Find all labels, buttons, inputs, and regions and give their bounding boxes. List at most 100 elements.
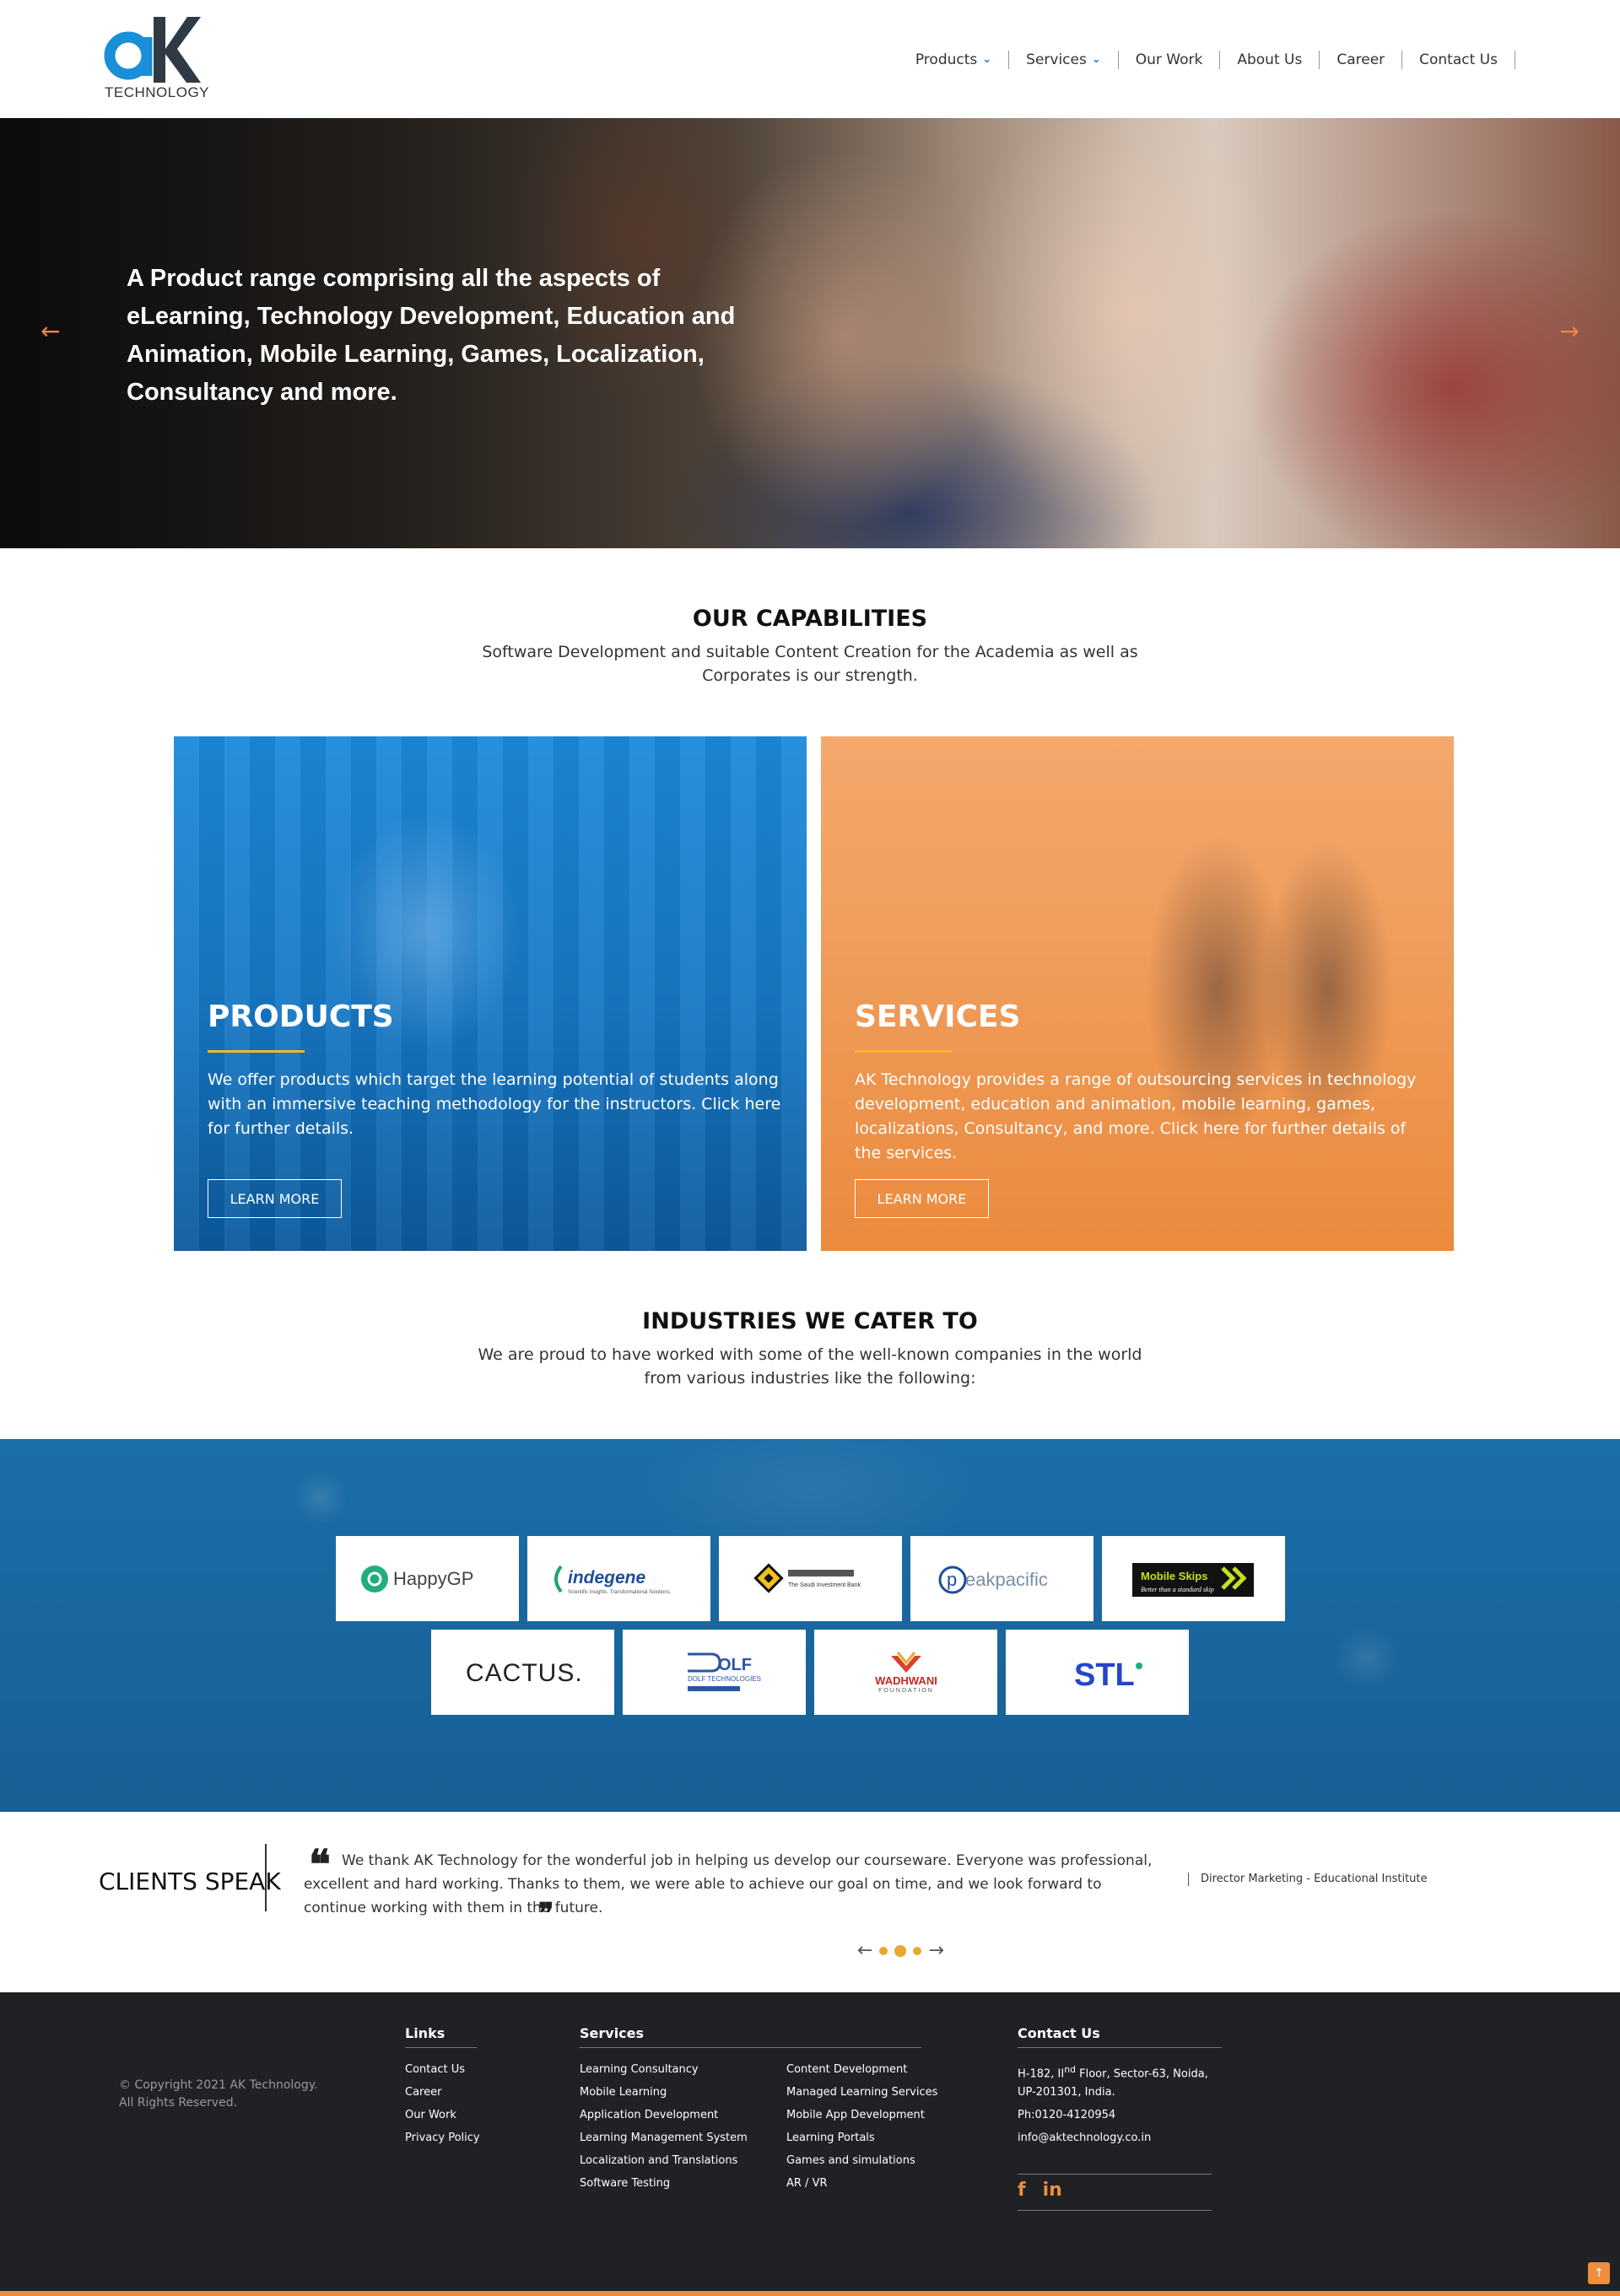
quote-close-icon: ❞ xyxy=(538,1897,554,1931)
nav-services[interactable]: Services ⌄ xyxy=(1009,51,1119,69)
indegene-wordmark: indegene xyxy=(568,1568,646,1587)
client-logo-row: HappyGP indegene Scientific Insights. Tr… xyxy=(0,1536,1620,1621)
footer-social-rule-bottom xyxy=(1018,2210,1212,2211)
nav-products[interactable]: Products ⌄ xyxy=(899,51,1010,69)
nav-career-label: Career xyxy=(1336,51,1385,68)
site-footer: © Copyright 2021 AK Technology. All Righ… xyxy=(0,1992,1620,2296)
nav-services-label: Services xyxy=(1026,51,1087,68)
footer-service-link[interactable]: Software Testing xyxy=(580,2176,748,2199)
client-logo-grid: HappyGP indegene Scientific Insights. Tr… xyxy=(0,1536,1620,1723)
footer-phone[interactable]: Ph:0120-4120954 xyxy=(1018,2108,1208,2131)
client-logos-section: HappyGP indegene Scientific Insights. Tr… xyxy=(0,1439,1620,1812)
arrow-right-icon[interactable]: → xyxy=(1560,317,1580,345)
footer-email[interactable]: info@aktechnology.co.in xyxy=(1018,2131,1208,2153)
cactus-logo: CACTUS. xyxy=(466,1659,583,1687)
hero-slider: A Product range comprising all the aspec… xyxy=(0,118,1620,548)
footer-service-link[interactable]: Content Development xyxy=(786,2062,937,2085)
footer-links-rule xyxy=(405,2047,477,2048)
clients-divider xyxy=(265,1844,267,1911)
services-card-underline xyxy=(855,1050,952,1053)
clients-speak-title: CLIENTS SPEAK xyxy=(99,1868,281,1895)
client-logo-saudi-investment-bank: The Saudi Investment Bank xyxy=(718,1536,902,1621)
services-card[interactable]: SERVICES AK Technology provides a range … xyxy=(821,736,1454,1251)
peakpacific-p: p xyxy=(947,1569,957,1590)
footer-address-line-2: UP-201301, India. xyxy=(1018,2086,1115,2099)
address-superscript: nd xyxy=(1064,2064,1076,2075)
client-logo-row: CACTUS. OLF DOLF TECHNOLOGIES WADHWANI F… xyxy=(0,1630,1620,1715)
facebook-icon[interactable]: f xyxy=(1018,2180,1026,2201)
footer-link-privacy-policy[interactable]: Privacy Policy xyxy=(405,2131,480,2153)
back-to-top-icon[interactable]: ↑ xyxy=(1588,2262,1610,2284)
footer-accent-bar xyxy=(0,2291,1620,2296)
services-card-title: SERVICES xyxy=(855,1000,1021,1034)
client-logo-dolf: OLF DOLF TECHNOLOGIES xyxy=(623,1630,806,1715)
arrow-left-icon[interactable]: ← xyxy=(40,317,60,345)
footer-link-our-work[interactable]: Our Work xyxy=(405,2108,480,2131)
footer-link-career[interactable]: Career xyxy=(405,2085,480,2108)
footer-services-list-1: Learning Consultancy Mobile Learning App… xyxy=(580,2062,748,2199)
products-learn-more-button[interactable]: LEARN MORE xyxy=(208,1179,342,1218)
site-header: TECHNOLOGY Products ⌄ Services ⌄ Our Wor… xyxy=(0,0,1620,118)
wadhwani-subtitle: FOUNDATION xyxy=(878,1688,934,1694)
nav-our-work[interactable]: Our Work xyxy=(1119,51,1221,69)
capabilities-subtitle: Software Development and suitable Conten… xyxy=(482,643,1138,685)
footer-address-line-1: H-182, IInd Floor, Sector-63, Noida, xyxy=(1018,2062,1208,2085)
slider-dot[interactable] xyxy=(913,1946,922,1955)
hero-headline: A Product range comprising all the aspec… xyxy=(127,265,736,406)
mobile-skips-logo: Mobile Skips Better than a standard skip xyxy=(1132,1562,1254,1597)
linkedin-icon[interactable]: in xyxy=(1043,2180,1062,2201)
stl-logo: STL xyxy=(1074,1657,1142,1693)
slider-dot-active[interactable] xyxy=(894,1944,907,1957)
cactus-wordmark: CACTUS. xyxy=(466,1659,583,1687)
logo-wordmark: TECHNOLOGY xyxy=(105,84,210,100)
indegene-logo: indegene Scientific Insights. Transforma… xyxy=(554,1565,672,1595)
copyright-line-1: © Copyright 2021 AK Technology. xyxy=(119,2078,318,2092)
client-logo-happygp: HappyGP xyxy=(335,1536,519,1621)
footer-service-link[interactable]: Managed Learning Services xyxy=(786,2085,937,2108)
dolf-subtitle: DOLF TECHNOLOGIES xyxy=(688,1675,761,1683)
footer-link-contact-us[interactable]: Contact Us xyxy=(405,2062,480,2085)
footer-service-link[interactable]: AR / VR xyxy=(786,2176,937,2199)
arrow-left-icon[interactable]: ← xyxy=(857,1940,872,1961)
footer-service-link[interactable]: Mobile App Development xyxy=(786,2108,937,2131)
nav-about-us[interactable]: About Us xyxy=(1220,51,1320,69)
client-logo-mobile-skips: Mobile Skips Better than a standard skip xyxy=(1101,1536,1285,1621)
services-card-text: AK Technology provides a range of outsou… xyxy=(855,1070,1417,1162)
footer-contact-rule xyxy=(1018,2047,1222,2048)
footer-service-link[interactable]: Learning Consultancy xyxy=(580,2062,748,2085)
footer-services-title: Services xyxy=(580,2025,645,2041)
footer-links-list: Contact Us Career Our Work Privacy Polic… xyxy=(405,2062,480,2153)
chevron-down-icon: ⌄ xyxy=(982,53,992,66)
address-prefix: H-182, II xyxy=(1018,2067,1065,2081)
address-suffix: Floor, Sector-63, Noida, xyxy=(1075,2067,1208,2081)
dolf-logo: OLF DOLF TECHNOLOGIES xyxy=(687,1652,761,1691)
industries-title: INDUSTRIES WE CATER TO xyxy=(642,1308,978,1334)
arrow-right-icon[interactable]: → xyxy=(928,1940,943,1961)
footer-service-link[interactable]: Application Development xyxy=(580,2108,748,2131)
peakpacific-logo: p eakpacific xyxy=(938,1566,1048,1593)
products-card-underline xyxy=(208,1050,305,1053)
footer-service-link[interactable]: Games and simulations xyxy=(786,2153,937,2176)
wadhwani-logo: WADHWANI FOUNDATION xyxy=(875,1651,937,1694)
testimonial-slider-nav: ← → xyxy=(857,1940,944,1961)
footer-service-link[interactable]: Mobile Learning xyxy=(580,2085,748,2108)
client-logo-peakpacific: p eakpacific xyxy=(910,1536,1094,1621)
mobile-skips-tagline: Better than a standard skip xyxy=(1141,1586,1214,1593)
footer-service-link[interactable]: Localization and Translations xyxy=(580,2153,748,2176)
stl-wordmark: STL xyxy=(1074,1657,1135,1693)
nav-contact-us-label: Contact Us xyxy=(1419,51,1498,68)
slider-dot[interactable] xyxy=(879,1946,888,1955)
products-card[interactable]: PRODUCTS We offer products which target … xyxy=(174,736,807,1251)
footer-service-link[interactable]: Learning Management System xyxy=(580,2131,748,2153)
footer-contact-title: Contact Us xyxy=(1018,2025,1100,2041)
services-learn-more-button[interactable]: LEARN MORE xyxy=(855,1179,989,1218)
nav-career[interactable]: Career xyxy=(1320,51,1403,69)
copyright: © Copyright 2021 AK Technology. All Righ… xyxy=(119,2077,317,2112)
dolf-wordmark: OLF xyxy=(718,1656,752,1674)
nav-about-us-label: About Us xyxy=(1237,51,1303,68)
footer-service-link[interactable]: Learning Portals xyxy=(786,2131,937,2153)
nav-contact-us[interactable]: Contact Us xyxy=(1402,51,1515,69)
main-nav: Products ⌄ Services ⌄ Our Work About Us … xyxy=(899,51,1515,69)
client-logo-cactus: CACTUS. xyxy=(431,1630,614,1715)
nav-our-work-label: Our Work xyxy=(1135,51,1203,68)
